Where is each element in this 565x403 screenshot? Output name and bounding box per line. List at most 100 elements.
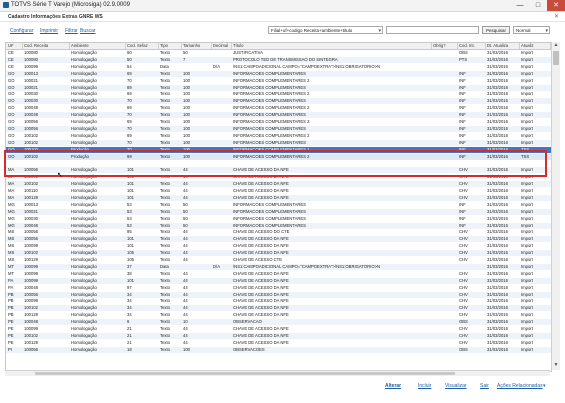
search-input[interactable] [386, 26, 479, 34]
table-row[interactable]: GO 100102 Homologação 69 Texto 100 INFORMACOES… [6, 133, 551, 139]
table-cell: Homologação [71, 125, 97, 131]
column-header[interactable]: Ambiente [70, 43, 126, 49]
table-row[interactable] [6, 160, 551, 166]
configure-link[interactable]: Configurar [10, 28, 33, 34]
table-row[interactable]: GO 100021 Homologação 69 Texto 100 INFORMACOES… [6, 84, 551, 91]
table-row[interactable]: MA 100129 Homologação 101 Texto 44 CHAVE DE AC… [6, 194, 551, 202]
index-order-select[interactable]: Filial+uf+codigo Receita+ambiente+titulo… [268, 26, 383, 34]
print-link[interactable]: Imprimir [40, 28, 58, 34]
table-row[interactable]: CE 100099 Homologação 54 Data D/A \NS1:CAMPOAD… [6, 64, 551, 70]
table-cell: Import [521, 270, 533, 276]
table-row[interactable]: GO 100030 Homologação 70 Texto 100 INFORMACOES… [6, 98, 551, 105]
chevron-down-icon[interactable]: ▾ [543, 383, 546, 389]
column-header[interactable]: Cod. Sefaz [126, 43, 159, 49]
table-cell: Import [521, 284, 533, 290]
table-row[interactable]: GO 100102 Homologação 70 Texto 100 INFORMACOES… [6, 139, 551, 146]
table-row[interactable]: MA 100099 Homologação 101 Texto 44 CHAVE DE AC… [6, 174, 551, 180]
table-row[interactable]: PE 100048 Homologação 6 Texto 10 OBSERVACAO OBS… [6, 319, 551, 326]
vertical-scrollbar[interactable]: ▲ ▼ [551, 42, 560, 370]
table-row[interactable]: PB 100099 Homologação 34 Texto 44 CHAVE DE ACE… [6, 298, 551, 304]
column-header[interactable]: Tamanho [182, 43, 212, 49]
table-row[interactable]: PE 100129 Homologação 21 Texto 44 CHAVE DE ACE… [6, 340, 551, 346]
horizontal-scrollbar[interactable] [5, 370, 550, 376]
view-link[interactable]: Visualizar [445, 383, 467, 389]
column-header[interactable]: Título [232, 43, 432, 49]
column-header[interactable]: UF [7, 43, 23, 49]
minimize-button[interactable]: — [511, 0, 529, 11]
table-cell: CHAVE DE ACESSO DA NFE [233, 277, 289, 283]
table-cell: Homologação [71, 112, 97, 118]
maximize-button[interactable]: □ [529, 0, 547, 11]
table-row[interactable]: MG 100048 Homologação 53 Texto 50 INFORMACOES … [6, 222, 551, 229]
view-mode-select[interactable]: Normal ▾ [513, 26, 550, 34]
table-cell: CHAVE DE ACESSO DA NFE [233, 305, 289, 311]
table-row[interactable]: GO 100056 Homologação 70 Texto 100 INFORMACOES… [6, 125, 551, 133]
table-row[interactable]: MA 100056 Homologação 101 Texto 44 CHAVE DE AC… [6, 167, 551, 174]
insert-link[interactable]: Incluir [418, 383, 431, 389]
table-row[interactable]: PB 100056 Homologação 34 Texto 44 CHAVE DE ACE… [6, 291, 551, 298]
records-grid[interactable]: UF Cod. Receita Ambiente Cod. Sefaz Tipo Tama… [5, 42, 552, 372]
column-header[interactable]: Tipo [159, 43, 182, 49]
hscroll-thumb[interactable] [35, 372, 455, 375]
column-header[interactable]: Cod. Int. [458, 43, 486, 49]
table-row[interactable]: MS 100102 Homologação 105 Texto 44 CHAVE DE AC… [6, 250, 551, 257]
table-row[interactable]: PA 100099 Homologação 101 Texto 44 CHAVE DE AC… [6, 277, 551, 284]
close-window-button[interactable]: ✕ [547, 0, 565, 11]
table-row[interactable]: PE 100102 Homologação 21 Texto 44 CHAVE DE ACE… [6, 332, 551, 340]
table-row[interactable]: MT 100099 Homologação 37 Data D/A \NS1:CAMPOAD… [6, 263, 551, 271]
table-cell: 31/03/2016 [487, 201, 508, 207]
scroll-down-icon[interactable]: ▼ [552, 362, 560, 370]
table-row[interactable]: GO 100048 Homologação 69 Texto 100 INFORMACOES… [6, 105, 551, 111]
edit-link[interactable]: Alterar [385, 383, 401, 389]
column-header[interactable]: Dt. Atualiza [486, 43, 520, 49]
table-row[interactable]: GO 100102 Produção 70 Texto 100 INFORMACOES CO… [6, 146, 551, 153]
table-row[interactable]: GO 100102 Produção 69 Texto 100 INFORMACOES CO… [6, 153, 551, 160]
table-cell: 31/03/2016 [487, 305, 508, 311]
routine-title: Cadastro Informações Extras GNRE WS [8, 14, 103, 20]
table-cell: Import [521, 250, 533, 256]
search-button[interactable]: Pesquisar [482, 26, 511, 34]
table-row[interactable]: MG 100021 Homologação 53 Texto 50 INFORMACOES … [6, 208, 551, 215]
table-row[interactable]: GO 100021 Homologação 70 Texto 100 INFORMACOES… [6, 78, 551, 84]
table-row[interactable]: MA 100110 Homologação 101 Texto 44 CHAVE DE AC… [6, 188, 551, 194]
table-row[interactable]: MS 100056 Homologação 95 Texto 44 CHAVE DE ACE… [6, 229, 551, 235]
table-row[interactable]: PB 100129 Homologação 34 Texto 44 CHAVE DE ACE… [6, 312, 551, 318]
table-row[interactable]: MG 100030 Homologação 53 Texto 50 INFORMACOES … [6, 216, 551, 222]
chevron-down-icon: ▾ [545, 28, 548, 34]
column-header[interactable]: Atualiz [520, 43, 551, 49]
table-cell: GO [8, 98, 15, 104]
scroll-up-icon[interactable]: ▲ [552, 42, 560, 50]
column-header[interactable]: Cod. Receita [23, 43, 70, 49]
search-link[interactable]: Buscar [80, 28, 96, 34]
table-cell: 44 [183, 243, 188, 249]
table-row[interactable]: PE 100099 Homologação 21 Texto 44 CHAVE DE ACE… [6, 326, 551, 332]
related-actions-link[interactable]: Ações Relacionadas [497, 383, 543, 389]
table-row[interactable]: GO 100013 Homologação 69 Texto 100 INFORMACOES… [6, 70, 551, 77]
table-row[interactable]: GO 100056 Homologação 69 Texto 100 INFORMACOES… [6, 119, 551, 125]
column-header[interactable]: Obrig? [432, 43, 458, 49]
table-cell: 31/03/2016 [487, 319, 508, 325]
table-row[interactable]: MA 100102 Homologação 101 Texto 44 CHAVE DE AC… [6, 181, 551, 188]
exit-link[interactable]: Sair [480, 383, 489, 389]
table-cell: D/A [213, 63, 220, 69]
table-row[interactable]: MT 100099 Homologação 38 Texto 44 CHAVE DE ACE… [6, 271, 551, 277]
table-cell [212, 319, 232, 325]
table-cell: CE [8, 56, 14, 62]
table-cell: Texto [160, 332, 171, 338]
filter-link[interactable]: Filtrar [65, 28, 78, 34]
table-cell: Homologação [71, 250, 97, 256]
table-row[interactable]: MG 100013 Homologação 53 Texto 50 INFORMACOES … [6, 202, 551, 208]
table-row[interactable]: PB 100102 Homologação 34 Texto 44 CHAVE DE ACE… [6, 305, 551, 312]
table-row[interactable]: CE 100080 Homologação 60 Texto 50 JUSTIFICATIV… [6, 50, 551, 56]
table-row[interactable]: GO 100030 Homologação 69 Texto 100 INFORMACOES… [6, 91, 551, 97]
table-row[interactable]: GO 100048 Homologação 70 Texto 100 INFORMACOES… [6, 112, 551, 119]
table-row[interactable]: MS 100129 Homologação 105 Texto 44 CHAVE DE AC… [6, 257, 551, 263]
scroll-thumb[interactable] [553, 51, 559, 65]
table-row[interactable]: CE 100080 Homologação 50 Texto 7 PROTOCOLO TED… [6, 56, 551, 64]
table-row[interactable]: PI 100056 Homologação 18 Texto 100 OBSERVACOES… [6, 346, 551, 353]
table-row[interactable]: MS 100056 Homologação 101 Texto 44 CHAVE DE AC… [6, 236, 551, 243]
table-row[interactable]: MS 100099 Homologação 101 Texto 44 CHAVE DE AC… [6, 243, 551, 249]
routine-close-icon[interactable]: ✕ [554, 13, 559, 20]
column-header[interactable]: Decimal [212, 43, 232, 49]
table-row[interactable]: PA 100048 Homologação 97 Texto 44 CHAVE DE ACE… [6, 285, 551, 291]
